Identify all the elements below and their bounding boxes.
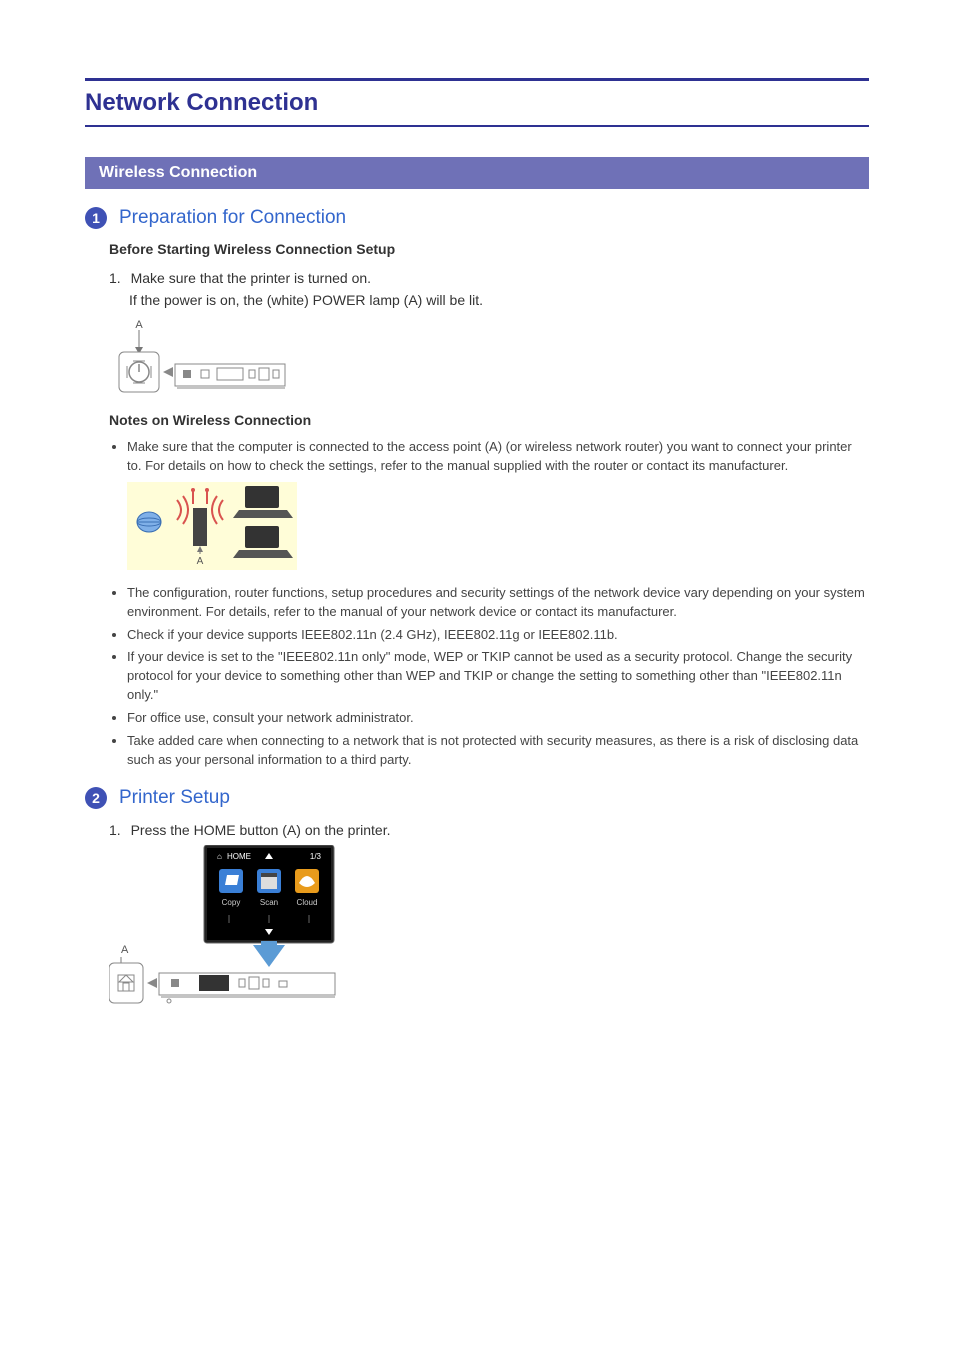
printer-home-diagram: ⌂ HOME 1/3 Copy Scan Cloud A [109, 845, 869, 1015]
notes-list-2: The configuration, router functions, set… [109, 584, 869, 770]
svg-text:⌂: ⌂ [217, 852, 222, 861]
note-item: Check if your device supports IEEE802.11… [127, 626, 869, 645]
svg-text:1/3: 1/3 [310, 852, 322, 861]
s1-step1: 1. Make sure that the printer is turned … [109, 269, 869, 289]
s1-step1-line2: If the power is on, the (white) POWER la… [129, 291, 869, 311]
svg-text:A: A [121, 944, 129, 956]
s2-step1: 1. Press the HOME button (A) on the prin… [109, 821, 869, 841]
note-item: For office use, consult your network adm… [127, 709, 869, 728]
page-title: Network Connection [85, 78, 869, 127]
step-badge-2: 2 [85, 787, 107, 809]
note-item: Take added care when connecting to a net… [127, 732, 869, 770]
network-diagram: A [127, 482, 869, 570]
note-item: Make sure that the computer is connected… [127, 438, 869, 476]
notes-list: Make sure that the computer is connected… [109, 438, 869, 476]
note-item: The configuration, router functions, set… [127, 584, 869, 622]
section-1-heading: Preparation for Connection [119, 207, 346, 229]
before-starting-title: Before Starting Wireless Connection Setu… [109, 241, 869, 257]
section-title-bar: Wireless Connection [85, 157, 869, 189]
section-1-header: 1 Preparation for Connection [85, 207, 869, 229]
step-badge-1: 1 [85, 207, 107, 229]
note-item: If your device is set to the "IEEE802.11… [127, 648, 869, 705]
section-2-header: 2 Printer Setup [85, 787, 869, 809]
svg-text:Copy: Copy [222, 898, 241, 907]
printer-power-diagram: A [109, 318, 869, 394]
svg-text:Scan: Scan [260, 898, 278, 907]
diagram-label-a: A [135, 319, 143, 331]
svg-text:HOME: HOME [227, 852, 251, 861]
notes-title: Notes on Wireless Connection [109, 412, 869, 428]
section-2-heading: Printer Setup [119, 787, 230, 809]
svg-text:A: A [197, 556, 204, 567]
svg-text:Cloud: Cloud [297, 898, 318, 907]
